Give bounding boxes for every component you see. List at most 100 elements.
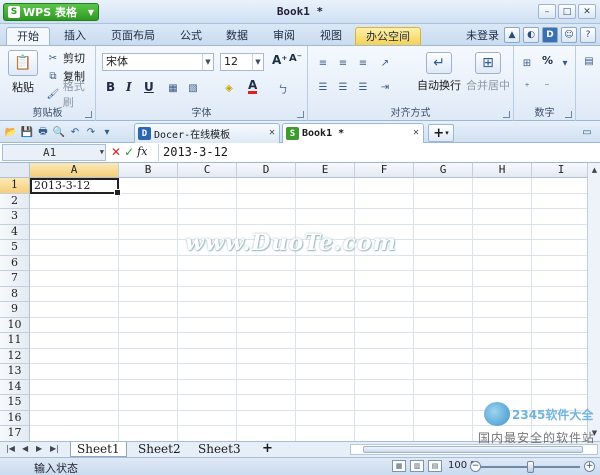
align-right-icon[interactable]: ☰ (356, 80, 370, 94)
normal-view-icon[interactable]: ▦ (392, 460, 406, 472)
row-header-17[interactable]: 17 (0, 426, 30, 441)
sheet-tab-sheet1[interactable]: Sheet1 (70, 442, 127, 457)
collapse-ribbon-icon[interactable]: ▲ (504, 27, 520, 43)
first-sheet-icon[interactable]: |◀ (6, 444, 15, 453)
zoom-slider-handle[interactable] (527, 461, 534, 473)
skin-icon[interactable]: ◐ (523, 27, 539, 43)
font-name-select[interactable]: 宋体 ▼ (102, 53, 214, 71)
bold-button[interactable]: B (106, 80, 115, 94)
styles-icon[interactable]: ▤ (582, 54, 596, 68)
row-header-11[interactable]: 11 (0, 333, 30, 349)
dialog-launcher-icon[interactable] (503, 111, 510, 118)
cancel-edit-icon[interactable]: ✕ (111, 145, 121, 159)
close-tab-icon[interactable]: ✕ (269, 127, 275, 138)
column-header-f[interactable]: F (355, 163, 414, 178)
row-header-3[interactable]: 3 (0, 209, 30, 225)
insert-function-icon[interactable]: fx (137, 145, 147, 159)
borders-icon[interactable]: ▦ (166, 81, 180, 95)
last-sheet-icon[interactable]: ▶| (50, 444, 59, 453)
align-top-icon[interactable]: ≡ (316, 56, 330, 70)
print-icon[interactable]: 🖶 (36, 125, 50, 139)
user-icon[interactable]: ☺ (561, 27, 577, 43)
dialog-launcher-icon[interactable] (565, 111, 572, 118)
number-format-icon[interactable]: ⊞ (520, 56, 534, 70)
increase-decimal-icon[interactable]: ⁺ (520, 80, 534, 94)
window-list-icon[interactable]: ▭ (580, 125, 594, 139)
column-header-e[interactable]: E (296, 163, 355, 178)
zoom-in-button[interactable]: + (584, 461, 595, 472)
docer-icon[interactable]: D (542, 27, 558, 43)
print-preview-icon[interactable]: 🔍 (52, 125, 66, 139)
sheet-tab-sheet3[interactable]: Sheet3 (192, 442, 247, 457)
cell-a1[interactable]: 2013-3-12 (30, 178, 121, 196)
chevron-down-icon[interactable]: ▾ (558, 56, 572, 70)
confirm-edit-icon[interactable]: ✓ (124, 145, 134, 159)
align-middle-icon[interactable]: ≡ (336, 56, 350, 70)
indent-icon[interactable]: ⇥ (378, 80, 392, 94)
column-header-i[interactable]: I (532, 163, 591, 178)
select-all-corner[interactable] (0, 163, 30, 178)
undo-icon[interactable]: ↶ (68, 125, 82, 139)
maximize-button[interactable]: □ (558, 4, 576, 19)
vertical-scrollbar[interactable]: ▲ ▼ (587, 163, 600, 441)
sheet-tab-sheet2[interactable]: Sheet2 (132, 442, 187, 457)
spreadsheet-grid[interactable]: ABCDEFGHI 1 2 3 4 5 6 7 8 9 10 11 12 13 14 15 16 17 2013… (0, 163, 600, 441)
format-painter-button[interactable]: 🖌 格式刷 (46, 80, 95, 109)
row-header-7[interactable]: 7 (0, 271, 30, 287)
page-layout-view-icon[interactable]: ▤ (428, 460, 442, 472)
tab-formulas[interactable]: 公式 (170, 27, 212, 46)
tab-home[interactable]: 开始 (6, 27, 50, 46)
prev-sheet-icon[interactable]: ◀ (22, 444, 28, 453)
decrease-decimal-icon[interactable]: ⁻ (540, 80, 554, 94)
row-header-1[interactable]: 1 (0, 178, 30, 194)
app-menu-button[interactable]: S WPS 表格 ▼ (3, 3, 99, 21)
phonetic-icon[interactable]: ㄅ (276, 81, 290, 96)
help-icon[interactable]: ? (580, 27, 596, 43)
orientation-icon[interactable]: ↗ (378, 56, 392, 70)
font-size-select[interactable]: 12 ▼ (220, 53, 264, 71)
scroll-up-icon[interactable]: ▲ (589, 165, 600, 176)
add-sheet-button[interactable]: + (256, 442, 279, 457)
row-header-12[interactable]: 12 (0, 348, 30, 364)
doc-tab-book1[interactable]: S Book1 * ✕ (282, 123, 424, 143)
tab-review[interactable]: 审阅 (263, 27, 305, 46)
open-folder-icon[interactable]: 📂 (4, 125, 18, 139)
new-tab-button[interactable]: + ▾ (428, 124, 454, 142)
column-header-a[interactable]: A (30, 163, 119, 178)
formula-input[interactable]: 2013-3-12 (158, 144, 598, 161)
row-header-6[interactable]: 6 (0, 255, 30, 271)
page-break-view-icon[interactable]: ▥ (410, 460, 424, 472)
dialog-launcher-icon[interactable] (297, 111, 304, 118)
cut-button[interactable]: ✂ 剪切 (46, 50, 85, 66)
column-header-c[interactable]: C (178, 163, 237, 178)
fill-color-icon[interactable]: ◈ (222, 81, 236, 95)
wrap-text-button[interactable]: ↵ 自动换行 (416, 52, 462, 93)
shrink-font-icon[interactable]: A⁻ (289, 53, 302, 64)
font-color-icon[interactable]: A (248, 79, 258, 94)
tab-insert[interactable]: 插入 (54, 27, 96, 46)
close-tab-icon[interactable]: ✕ (413, 127, 419, 138)
row-header-13[interactable]: 13 (0, 364, 30, 380)
next-sheet-icon[interactable]: ▶ (36, 444, 42, 453)
merge-center-button[interactable]: ⊞ 合并居中 (464, 52, 512, 93)
row-header-10[interactable]: 10 (0, 317, 30, 333)
customize-toolbar-icon[interactable]: ▾ (100, 125, 114, 139)
row-header-2[interactable]: 2 (0, 193, 30, 209)
close-button[interactable]: ✕ (578, 4, 596, 19)
tab-view[interactable]: 视图 (310, 27, 352, 46)
column-header-d[interactable]: D (237, 163, 296, 178)
align-center-icon[interactable]: ☰ (336, 80, 350, 94)
save-icon[interactable]: 💾 (20, 125, 34, 139)
login-status[interactable]: 未登录 (466, 27, 499, 43)
column-header-b[interactable]: B (119, 163, 178, 178)
grow-font-icon[interactable]: A⁺ (272, 53, 288, 67)
underline-button[interactable]: U (144, 80, 154, 94)
paste-button[interactable]: 📋 粘贴 (6, 50, 40, 95)
row-header-14[interactable]: 14 (0, 379, 30, 395)
italic-button[interactable]: I (126, 80, 132, 94)
tab-office-space[interactable]: 办公空间 (355, 27, 421, 46)
merge-borders-icon[interactable]: ▧ (186, 81, 200, 95)
column-header-h[interactable]: H (473, 163, 532, 178)
redo-icon[interactable]: ↷ (84, 125, 98, 139)
tab-data[interactable]: 数据 (216, 27, 258, 46)
